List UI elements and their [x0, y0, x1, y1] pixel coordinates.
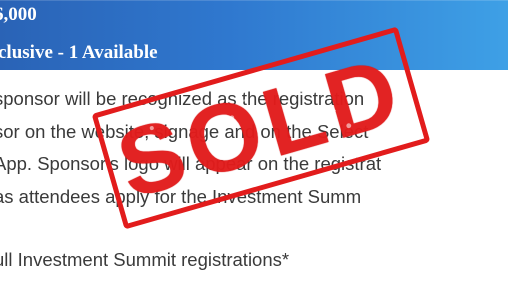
sponsorship-availability: clusive - 1 Available: [0, 42, 158, 63]
registrations-note: ull Investment Summit registrations*: [0, 249, 290, 270]
sponsorship-price: 6,000: [0, 4, 37, 25]
